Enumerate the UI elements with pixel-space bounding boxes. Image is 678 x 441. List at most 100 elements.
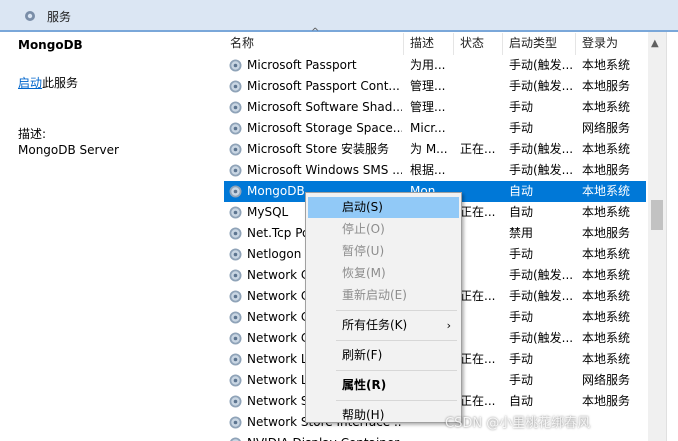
service-logon-as: 网络服务 [582, 373, 631, 387]
column-header-startup-type[interactable]: 启动类型 [503, 33, 576, 55]
menu-separator [336, 400, 457, 401]
service-logon-as: 本地系统 [582, 352, 631, 366]
service-startup-type: 手动(触发... [509, 289, 574, 303]
service-startup-type: 手动 [509, 373, 534, 387]
service-status [460, 433, 503, 441]
column-header-logon-as[interactable]: 登录为 [576, 33, 646, 55]
service-gear-icon [229, 416, 242, 429]
selected-service-name: MongoDB [18, 38, 83, 52]
service-gear-icon [229, 227, 242, 240]
context-menu-item[interactable]: 属性(R) [308, 375, 459, 396]
service-row[interactable]: NVIDIA Display Container... [224, 433, 646, 441]
service-gear-icon [229, 80, 242, 93]
service-logon-as: 本地服务 [582, 163, 631, 177]
service-logon-as [582, 412, 646, 433]
services-gear-icon [25, 11, 35, 21]
service-logon-as: 网络服务 [582, 121, 631, 135]
service-logon-as: 本地服务 [582, 226, 631, 240]
service-status: 正在... [460, 205, 496, 219]
service-logon-as [582, 433, 646, 441]
service-status [460, 97, 503, 118]
service-gear-icon [229, 59, 242, 72]
service-status: 正在... [460, 289, 496, 303]
start-service-line: 启动此服务 [18, 74, 78, 91]
context-menu-item[interactable]: 停止(O) [308, 219, 459, 240]
service-row[interactable]: Microsoft Software Shad... 管理... 手动 本地系统 [224, 97, 646, 118]
service-startup-type: 手动(触发... [509, 142, 574, 156]
scroll-up-arrow-icon[interactable]: ▲ [651, 38, 659, 49]
service-row[interactable]: Microsoft Store 安装服务 为 M... 正在... 手动(触发... 本… [224, 139, 646, 160]
service-status [460, 265, 503, 286]
service-startup-type: 手动 [509, 121, 534, 135]
service-row[interactable]: Microsoft Passport 为用... 手动(触发... 本地系统 [224, 55, 646, 76]
context-menu-item-label: 恢复(M) [342, 266, 386, 280]
service-gear-icon [229, 395, 242, 408]
service-startup-type: 手动(触发... [509, 58, 574, 72]
context-menu: 启动(S) 停止(O) 暂停(U) 恢复(M) 重新启动(E) 所有任务(K) › 刷新(F)… [305, 192, 462, 423]
service-description: 管理... [410, 79, 446, 93]
context-menu-item-label: 刷新(F) [342, 348, 383, 362]
service-status [460, 307, 503, 328]
service-row[interactable]: Microsoft Storage Space... Micr... 手动 网络服务 [224, 118, 646, 139]
service-status [460, 244, 503, 265]
context-menu-item[interactable]: 重新启动(E) [308, 285, 459, 306]
service-name: Microsoft Passport [247, 58, 357, 72]
service-gear-icon [229, 101, 242, 114]
submenu-arrow-icon: › [446, 319, 451, 332]
context-menu-item[interactable]: 所有任务(K) › [308, 315, 459, 336]
service-startup-type: 自动 [509, 184, 534, 198]
service-status: 正在... [460, 394, 496, 408]
service-startup-type: 手动 [509, 310, 534, 324]
context-menu-item[interactable]: 帮助(H) [308, 405, 459, 426]
service-gear-icon [229, 143, 242, 156]
service-startup-type: 手动(触发... [509, 268, 574, 282]
window-right-edge [666, 32, 678, 441]
service-description: 根据... [410, 163, 446, 177]
service-gear-icon [229, 122, 242, 135]
menu-separator [336, 370, 457, 371]
start-service-suffix: 此服务 [42, 76, 79, 90]
service-status [460, 76, 503, 97]
column-header-status[interactable]: 状态 [454, 33, 503, 55]
service-description [410, 433, 454, 441]
vertical-scrollbar[interactable]: ▲ [648, 32, 666, 441]
service-startup-type: 手动 [509, 100, 534, 114]
context-menu-item[interactable]: 暂停(U) [308, 241, 459, 262]
context-menu-item-label: 帮助(H) [342, 408, 385, 422]
service-startup-type: 自动 [509, 394, 534, 408]
service-status: 正在... [460, 352, 496, 366]
service-logon-as: 本地系统 [582, 142, 631, 156]
context-menu-item-label: 重新启动(E) [342, 288, 407, 302]
service-logon-as: 本地系统 [582, 58, 631, 72]
service-name: Microsoft Storage Space... [247, 121, 402, 135]
scrollbar-thumb[interactable] [651, 200, 663, 230]
service-startup-type: 手动(触发... [509, 163, 574, 177]
service-logon-as: 本地系统 [582, 184, 631, 198]
service-status [460, 55, 503, 76]
details-panel: MongoDB 启动此服务 描述: MongoDB Server [0, 32, 216, 441]
watermark: CSDN @小里桃花绑春风 [445, 416, 591, 431]
service-gear-icon [229, 290, 242, 303]
service-name: Microsoft Store 安装服务 [247, 142, 389, 156]
column-header-bar: 名称 描述 状态 启动类型 登录为 [224, 33, 646, 55]
service-startup-type: 手动 [509, 247, 534, 261]
service-description: 为用... [410, 58, 446, 72]
service-gear-icon [229, 353, 242, 366]
context-menu-item[interactable]: 启动(S) [308, 197, 459, 218]
menu-separator [336, 310, 457, 311]
service-row[interactable]: Microsoft Windows SMS ... 根据... 手动(触发... 本地… [224, 160, 646, 181]
service-startup-type: 手动(触发... [509, 79, 574, 93]
service-gear-icon [229, 311, 242, 324]
service-gear-icon [229, 374, 242, 387]
service-name: Microsoft Passport Cont... [247, 79, 400, 93]
column-header-name[interactable]: 名称 [224, 33, 404, 55]
context-menu-item[interactable]: 恢复(M) [308, 263, 459, 284]
service-gear-icon [229, 248, 242, 261]
context-menu-item-label: 启动(S) [342, 200, 383, 214]
context-menu-item[interactable]: 刷新(F) [308, 345, 459, 366]
service-logon-as: 本地系统 [582, 331, 631, 345]
service-name: Microsoft Software Shad... [247, 100, 402, 114]
column-header-description[interactable]: 描述 [404, 33, 454, 55]
service-row[interactable]: Microsoft Passport Cont... 管理... 手动(触发... 本… [224, 76, 646, 97]
start-service-link[interactable]: 启动 [18, 76, 42, 90]
